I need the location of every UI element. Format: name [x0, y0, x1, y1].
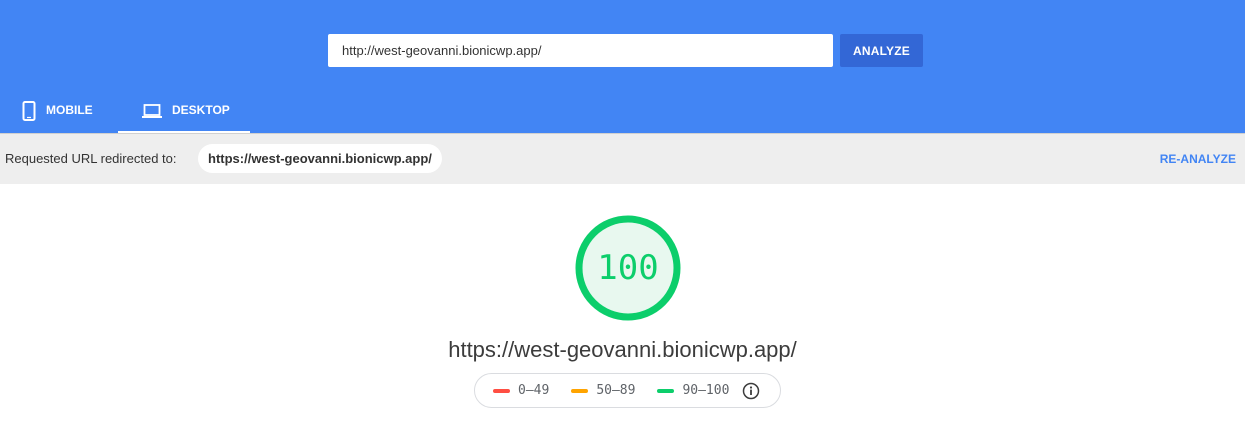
url-input[interactable] [328, 34, 833, 67]
score-gauge: 100 [572, 212, 684, 324]
tab-mobile-label: MOBILE [46, 103, 93, 117]
legend-item-average: 50–89 [571, 383, 635, 398]
legend-swatch-red [493, 388, 510, 393]
redirect-bar: Requested URL redirected to: https://wes… [0, 133, 1245, 184]
tested-url: https://west-geovanni.bionicwp.app/ [448, 337, 797, 362]
info-icon[interactable] [742, 382, 760, 400]
reanalyze-link[interactable]: RE-ANALYZE [1160, 152, 1236, 166]
legend-item-pass: 90–100 [657, 383, 729, 398]
redirect-label: Requested URL redirected to: [5, 151, 177, 166]
tab-desktop-label: DESKTOP [172, 103, 230, 117]
score-legend: 0–49 50–89 90–100 [474, 373, 781, 408]
legend-swatch-orange [571, 388, 589, 393]
tab-desktop[interactable]: DESKTOP [118, 88, 250, 133]
header: ANALYZE MOBILE DESKTOP [0, 0, 1245, 133]
legend-item-fail: 0–49 [493, 383, 549, 398]
search-row: ANALYZE [328, 34, 923, 67]
legend-swatch-green [657, 388, 675, 393]
analyze-button[interactable]: ANALYZE [840, 34, 923, 67]
legend-range-average: 50–89 [596, 383, 636, 398]
laptop-icon [142, 103, 162, 119]
legend-range-pass: 90–100 [682, 383, 730, 398]
device-tabs: MOBILE DESKTOP [0, 88, 250, 133]
phone-icon [22, 100, 36, 121]
tab-mobile[interactable]: MOBILE [0, 88, 118, 133]
legend-range-fail: 0–49 [518, 383, 550, 398]
score-value: 100 [597, 248, 659, 288]
redirect-url-pill: https://west-geovanni.bionicwp.app/ [198, 144, 442, 173]
